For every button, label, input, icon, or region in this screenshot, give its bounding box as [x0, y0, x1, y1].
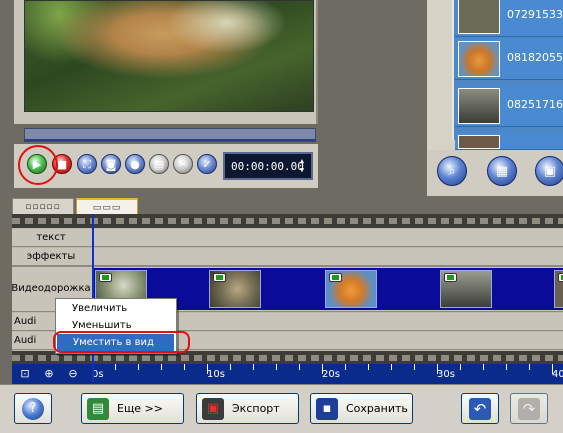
clip-badge-icon [444, 273, 457, 282]
film-strip-top [12, 214, 563, 228]
film-button[interactable]: ▦ [487, 156, 517, 186]
spin-down-icon[interactable]: ▼ [296, 166, 308, 175]
library-thumbnail [458, 135, 500, 149]
help-button[interactable]: ? [14, 393, 52, 424]
library-item-label: 082517164 [507, 98, 563, 111]
text-track-label: текст [36, 232, 66, 243]
video-clip[interactable] [209, 270, 261, 308]
more-button[interactable]: ▤ Еще >> [81, 393, 184, 424]
menu-item-zoom-in[interactable]: Увеличить [56, 300, 176, 317]
zoom-out-icon[interactable]: ⊖ [66, 366, 80, 380]
save-button[interactable]: ▪ Сохранить [310, 393, 413, 424]
clip-badge-icon [329, 273, 342, 282]
export-film-icon: ▣ [202, 397, 224, 420]
redo-icon: ↷ [518, 397, 540, 420]
save-button-label: Сохранить [346, 402, 408, 415]
library-item[interactable] [455, 132, 563, 150]
ruler-tick [138, 364, 139, 370]
export-button[interactable]: ▣ Экспорт [196, 393, 299, 424]
ruler-tick [483, 364, 484, 370]
ruler-tick [529, 364, 530, 370]
ruler-label: 40 [552, 369, 563, 380]
ruler-tick [161, 364, 162, 370]
ruler-tick [368, 364, 369, 370]
library-item-label: 081820553 [507, 51, 563, 64]
export-button-label: Экспорт [232, 402, 280, 415]
play-highlight-circle [18, 145, 58, 185]
clip-badge-icon [558, 273, 563, 282]
search-icon: ⌕ [448, 163, 456, 179]
video-clip[interactable] [325, 270, 377, 308]
film-strip-button[interactable]: ▤ [149, 154, 169, 174]
ruler-label: 10s [207, 369, 225, 380]
video-clip[interactable] [440, 270, 492, 308]
ruler-tick [253, 364, 254, 370]
ruler-tick [299, 364, 300, 370]
ruler-tick [414, 364, 415, 370]
seek-progress [24, 139, 316, 141]
undo-button[interactable]: ↶ [461, 393, 499, 424]
ruler-tick [115, 364, 116, 370]
ruler-label: 30s [437, 369, 455, 380]
voice-record-button[interactable]: ● [125, 154, 145, 174]
ruler-label: 20s [322, 369, 340, 380]
ruler-tick [506, 364, 507, 370]
ruler-tick [345, 364, 346, 370]
time-display[interactable]: 00:00:00.00 ▲ ▼ [223, 152, 313, 180]
help-icon: ? [22, 397, 44, 420]
search-button[interactable]: ⌕ [437, 156, 467, 186]
ruler-tick [184, 364, 185, 370]
library-thumbnail [458, 41, 500, 77]
zoom-fit-icon[interactable]: ⊡ [18, 366, 32, 380]
zoom-in-icon[interactable]: ⊕ [42, 366, 56, 380]
library-item-label: 072915335 [507, 8, 563, 21]
text-track[interactable] [12, 229, 563, 247]
clip-badge-icon [99, 273, 112, 282]
library-thumbnail [458, 0, 500, 34]
video-preview [24, 0, 314, 112]
effects-track-label: эффекты [26, 251, 76, 262]
more-icon: ▤ [87, 397, 109, 420]
snapshot-button[interactable]: ◙ [101, 154, 121, 174]
library-item[interactable]: 082517164 [455, 85, 563, 127]
apply-button[interactable]: ✓ [197, 154, 217, 174]
tab-timeline[interactable]: ▭▭▭ [76, 198, 138, 215]
menu-highlight-outline [53, 331, 190, 353]
audio-track-2-label: Audi [14, 335, 37, 346]
floppy-disk-icon: ▪ [316, 397, 338, 420]
split-button[interactable]: ✂ [173, 154, 193, 174]
more-button-label: Еще >> [117, 402, 164, 415]
audio-track-1-label: Audi [14, 316, 37, 327]
redo-button[interactable]: ↷ [510, 393, 548, 424]
effects-track[interactable] [12, 248, 563, 266]
undo-icon: ↶ [469, 397, 491, 420]
time-spinner[interactable]: ▲ ▼ [296, 157, 308, 175]
fullscreen-button[interactable]: ⛶ [77, 154, 97, 174]
tab-storyboard[interactable]: ▫▫▫▫▫ [12, 198, 74, 215]
library-item[interactable]: 072915335 [455, 0, 563, 37]
export-media-button[interactable]: ▣ [535, 156, 563, 186]
video-track-label: Видеодорожка [11, 283, 91, 294]
clip-badge-icon [213, 273, 226, 282]
library-thumbnail [458, 88, 500, 124]
video-clip[interactable] [554, 270, 563, 308]
film-icon: ▦ [495, 163, 509, 179]
spin-up-icon[interactable]: ▲ [296, 157, 308, 166]
ruler-tick [391, 364, 392, 370]
time-value: 00:00:00.00 [231, 159, 304, 173]
ruler-tick [230, 364, 231, 370]
ruler-tick [276, 364, 277, 370]
export-icon: ▣ [543, 163, 557, 179]
library-item[interactable]: 081820553 [455, 38, 563, 80]
ruler-tick [460, 364, 461, 370]
